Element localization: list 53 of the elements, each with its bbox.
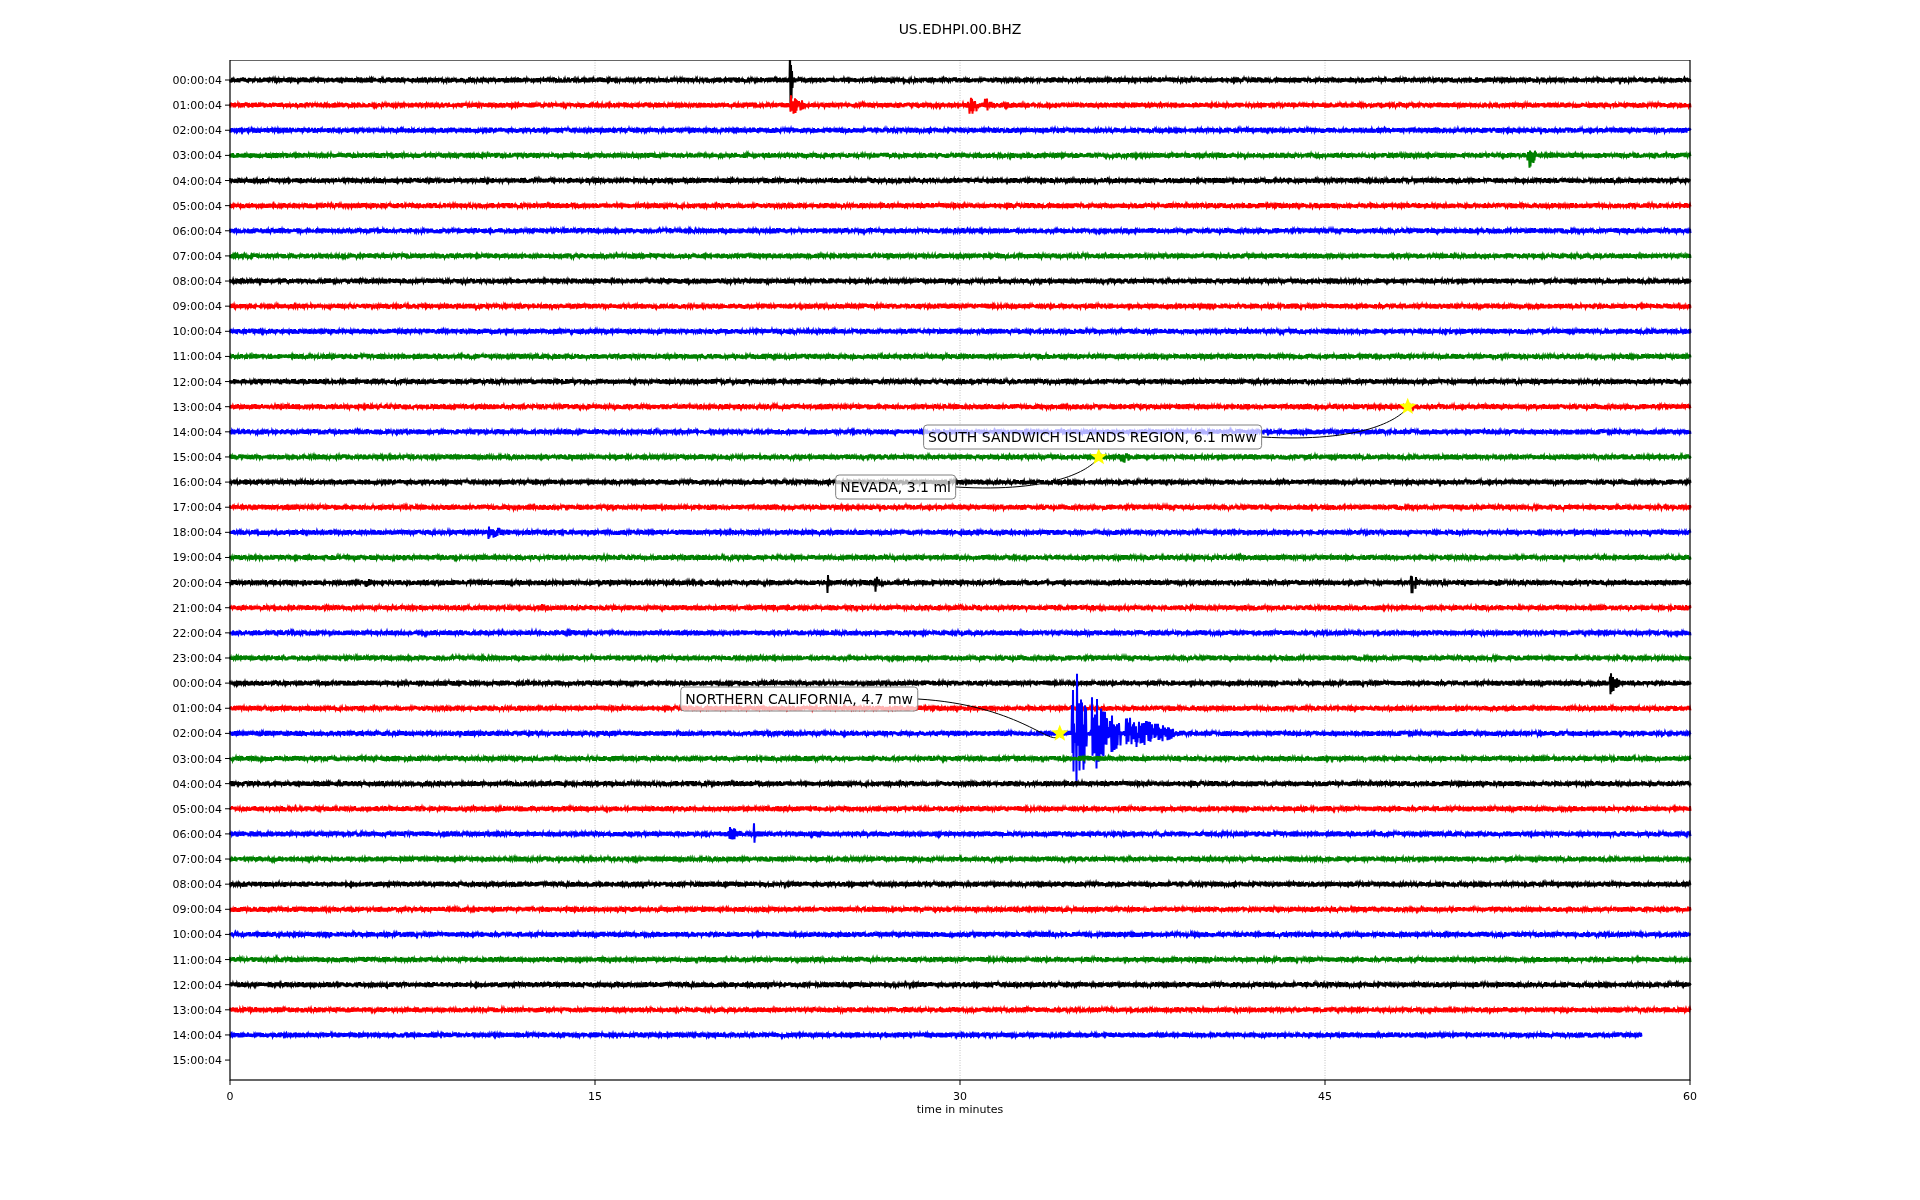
- y-tick-label: 13:00:04: [172, 1003, 222, 1017]
- y-tick-label: 01:00:04: [172, 702, 222, 716]
- y-tick-label: 03:00:04: [172, 149, 222, 163]
- y-tick-label: 12:00:04: [172, 375, 222, 389]
- y-tick-label: 04:00:04: [172, 777, 222, 791]
- event-star-icon: [1399, 397, 1417, 414]
- y-tick-label: 07:00:04: [172, 853, 222, 867]
- y-tick-label: 14:00:04: [172, 425, 222, 439]
- y-tick-label: 14:00:04: [172, 1028, 222, 1042]
- y-tick-label: 06:00:04: [172, 827, 222, 841]
- y-tick-label: 16:00:04: [172, 476, 222, 490]
- x-tick-label: 45: [1318, 1090, 1332, 1103]
- x-axis-label: time in minutes: [916, 1103, 1004, 1116]
- y-tick-label: 10:00:04: [172, 325, 222, 339]
- x-tick-label: 60: [1683, 1090, 1697, 1103]
- y-tick-label: 12:00:04: [172, 978, 222, 992]
- y-tick-label: 13:00:04: [172, 400, 222, 414]
- y-tick-label: 05:00:04: [172, 802, 222, 816]
- y-tick-label: 06:00:04: [172, 224, 222, 238]
- y-tick-label: 15:00:04: [172, 450, 222, 464]
- event-star-icon: [1090, 447, 1108, 465]
- y-tick-label: 05:00:04: [172, 199, 222, 213]
- y-tick-label: 00:00:04: [172, 677, 222, 691]
- y-tick-label: 09:00:04: [172, 903, 222, 917]
- y-tick-label: 02:00:04: [172, 124, 222, 138]
- y-tick-label: 17:00:04: [172, 501, 222, 515]
- y-tick-label: 11:00:04: [172, 350, 222, 364]
- y-tick-label: 04:00:04: [172, 174, 222, 188]
- x-tick-label: 30: [953, 1090, 967, 1103]
- event-annotation-label: NORTHERN CALIFORNIA, 4.7 mw: [680, 686, 918, 712]
- y-tick-label: 10:00:04: [172, 928, 222, 942]
- y-tick-label: 02:00:04: [172, 727, 222, 741]
- event-star-icon: [1051, 724, 1069, 741]
- y-tick-label: 09:00:04: [172, 300, 222, 314]
- y-tick-label: 08:00:04: [172, 878, 222, 892]
- y-tick-label: 07:00:04: [172, 249, 222, 263]
- y-tick-label: 01:00:04: [172, 99, 222, 113]
- y-tick-label: 21:00:04: [172, 601, 222, 615]
- event-annotation-label: SOUTH SANDWICH ISLANDS REGION, 6.1 mww: [923, 424, 1262, 450]
- y-tick-label: 00:00:04: [172, 74, 222, 87]
- event-annotation-label: NEVADA, 3.1 ml: [835, 474, 956, 500]
- y-tick-label: 18:00:04: [172, 526, 222, 540]
- y-tick-label: 08:00:04: [172, 275, 222, 289]
- y-tick-label: 11:00:04: [172, 953, 222, 967]
- y-tick-label: 03:00:04: [172, 752, 222, 766]
- y-tick-label: 20:00:04: [172, 576, 222, 590]
- chart-title: US.EDHPI.00.BHZ: [898, 19, 1022, 39]
- y-tick-label: 22:00:04: [172, 626, 222, 640]
- y-tick-label: 15:00:04: [172, 1054, 222, 1068]
- x-tick-label: 15: [588, 1090, 602, 1103]
- x-tick-label: 0: [226, 1090, 234, 1103]
- y-tick-label: 23:00:04: [172, 652, 222, 665]
- y-tick-label: 19:00:04: [172, 551, 222, 565]
